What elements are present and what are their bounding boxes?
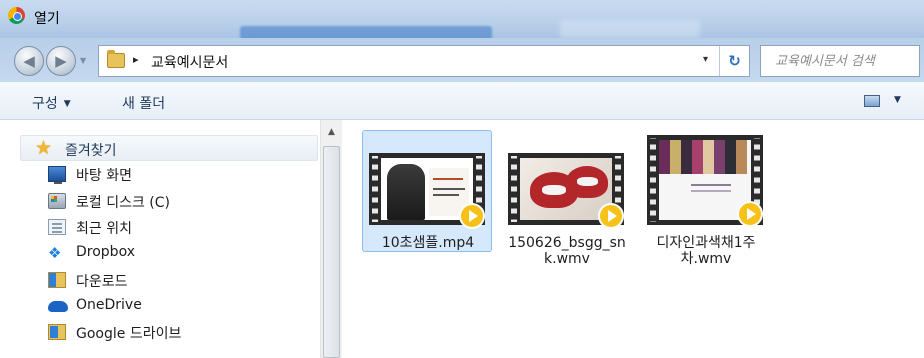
back-button[interactable]: ◀: [14, 46, 44, 76]
favorites-label: 즐겨찾기: [65, 143, 117, 159]
window-title: 열기: [34, 11, 60, 27]
nav-item-label: Google 드라이브: [76, 326, 182, 342]
forward-icon: ▶: [55, 52, 67, 70]
nav-item-desktop[interactable]: 바탕 화면: [48, 163, 308, 185]
video-play-icon: [459, 203, 485, 229]
google-drive-folder-icon: [48, 324, 66, 340]
dropbox-icon: ❖: [48, 244, 62, 262]
video-play-icon: [737, 201, 763, 227]
file-name: 10초샘플.mp4: [381, 235, 475, 251]
film-strip-left: [647, 138, 659, 222]
downloads-folder-icon: [48, 272, 66, 288]
nav-item-label: 최근 위치: [76, 221, 132, 237]
recent-places-icon: [48, 219, 66, 235]
scroll-thumb[interactable]: [323, 146, 340, 358]
chrome-icon: [8, 7, 25, 24]
file-name-line-2: k.wmv: [544, 251, 590, 267]
command-toolbar: 구성 ▼ 새 폴더 ▼: [0, 82, 924, 120]
nav-item-label: 바탕 화면: [76, 168, 132, 184]
file-item-design-color-week1[interactable]: 디자인과색채1주 차.wmv: [640, 130, 770, 267]
nav-item-label: Dropbox: [76, 244, 135, 260]
favorites-header[interactable]: ★ 즐겨찾기: [20, 135, 318, 161]
nav-item-downloads[interactable]: 다운로드: [48, 269, 308, 291]
refresh-icon: ↻: [728, 52, 741, 70]
nav-item-dropbox[interactable]: ❖ Dropbox: [48, 242, 308, 264]
file-name-line-2: 차.wmv: [680, 251, 732, 267]
file-item-150626-bsgg-snk[interactable]: 150626_bsgg_sn k.wmv: [501, 130, 631, 267]
forward-button[interactable]: ▶: [46, 46, 76, 76]
nav-item-recent-places[interactable]: 최근 위치: [48, 216, 308, 238]
nav-item-label: OneDrive: [76, 297, 142, 313]
new-folder-button[interactable]: 새 폴더: [122, 93, 165, 113]
nav-item-local-disk[interactable]: 로컬 디스크 (C): [48, 190, 308, 212]
thumbnail-caption: [691, 184, 731, 186]
chevron-down-icon: ▼: [63, 99, 71, 109]
nav-pane-scrollbar[interactable]: ▲: [320, 120, 342, 358]
back-icon: ◀: [23, 52, 35, 70]
thumbnail-person: [387, 164, 425, 220]
scroll-up-button[interactable]: ▲: [323, 124, 340, 141]
desktop-icon: [48, 166, 66, 184]
file-list-pane: 10초샘플.mp4 150626_bsgg_sn k.wmv 디자인과색채1주 …: [343, 120, 924, 358]
address-dropdown[interactable]: ▾: [703, 54, 708, 65]
search-box[interactable]: [760, 45, 920, 77]
view-options-icon[interactable]: [864, 95, 880, 107]
organize-label: 구성: [32, 96, 58, 112]
disk-icon: [48, 193, 66, 209]
star-icon: ★: [35, 137, 53, 159]
organize-button[interactable]: 구성 ▼: [32, 93, 71, 113]
address-bar[interactable]: ▸ 교육예시문서 ▾ ↻: [98, 45, 750, 77]
onedrive-icon: [48, 301, 68, 312]
address-row: ◀ ▶ ▼ ▸ 교육예시문서 ▾ ↻: [0, 38, 924, 82]
file-name-line-1: 디자인과색채1주: [656, 235, 756, 251]
nav-item-google-drive[interactable]: Google 드라이브: [48, 321, 308, 343]
nav-item-label: 다운로드: [76, 274, 128, 290]
thumbnail-shoe: [566, 166, 608, 198]
refresh-button[interactable]: ↻: [719, 46, 749, 76]
search-input[interactable]: [761, 46, 901, 76]
title-bar: 열기: [0, 0, 924, 40]
navigation-pane: ★ 즐겨찾기 바탕 화면 로컬 디스크 (C) 최근 위치 ❖ Dropbox …: [0, 120, 342, 358]
nav-item-onedrive[interactable]: OneDrive: [48, 295, 308, 317]
breadcrumb-separator[interactable]: ▸: [133, 53, 139, 66]
title-bar-glass-2: [560, 20, 700, 38]
view-options-dropdown[interactable]: ▼: [894, 95, 901, 105]
film-strip-left: [508, 156, 520, 222]
film-strip-left: [369, 156, 381, 222]
nav-item-label: 로컬 디스크 (C): [76, 195, 170, 211]
video-play-icon: [598, 203, 624, 229]
file-item-10sec-sample[interactable]: 10초샘플.mp4: [362, 130, 492, 252]
recent-pages-dropdown[interactable]: ▼: [80, 56, 86, 65]
file-name-line-1: 150626_bsgg_sn: [508, 235, 626, 251]
breadcrumb-current-folder[interactable]: 교육예시문서: [151, 52, 228, 72]
folder-icon: [107, 50, 125, 68]
